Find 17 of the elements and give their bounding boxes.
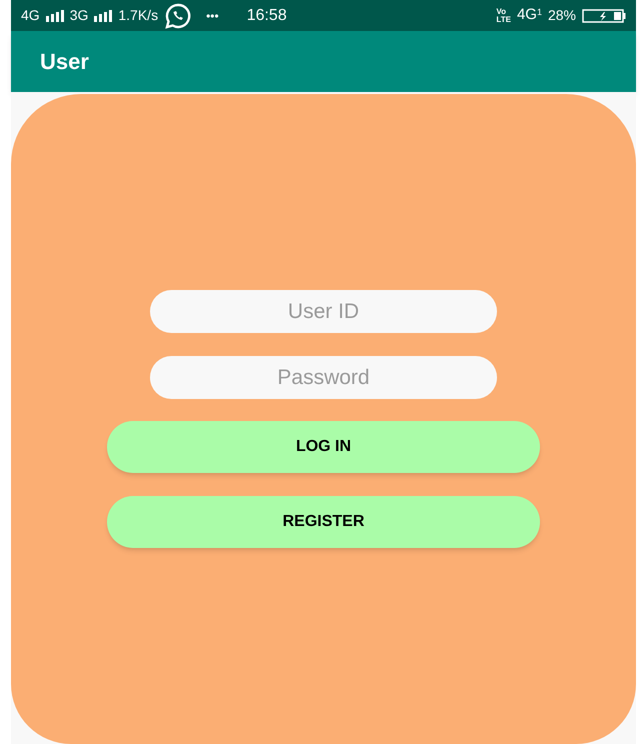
- clock: 16:58: [246, 6, 287, 26]
- login-button[interactable]: LOG IN: [107, 421, 540, 473]
- signal-icon: [94, 10, 112, 22]
- input-field[interactable]: Password: [150, 356, 497, 399]
- input-field[interactable]: User ID: [150, 290, 497, 333]
- volte-indicator: Vo LTE: [496, 8, 511, 24]
- battery-label: 28%: [548, 6, 576, 25]
- speed-label: 1.7K/s: [118, 6, 158, 25]
- chat-bubble-icon: [164, 2, 192, 28]
- register-button[interactable]: REGISTER: [107, 496, 540, 548]
- network-label: 4G: [21, 6, 40, 25]
- network-label: 3G: [70, 6, 88, 25]
- battery-icon: [582, 8, 626, 22]
- app-title: User: [40, 48, 89, 76]
- data-network-label: 4G$^{1}$: [516, 5, 542, 26]
- signal-icon: [46, 10, 64, 22]
- more-indicator: •••: [206, 8, 219, 24]
